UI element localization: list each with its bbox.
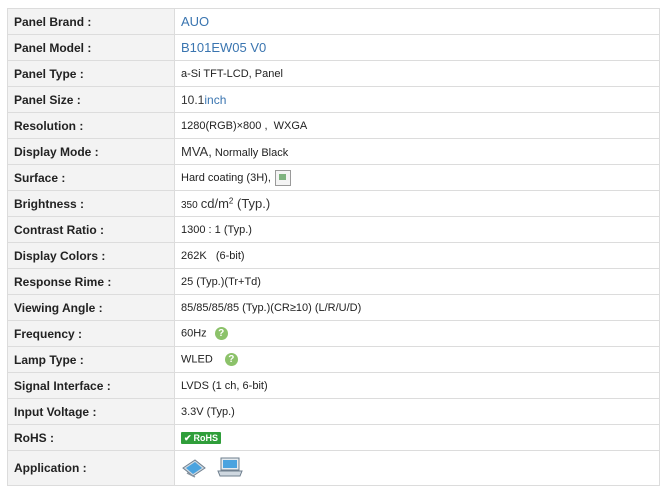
display-colors-value: 262K (6-bit) bbox=[174, 242, 660, 269]
row-label: Display Colors : bbox=[7, 242, 175, 269]
rohs-badge-text: RoHS bbox=[193, 432, 219, 443]
row-label: Signal Interface : bbox=[7, 372, 175, 399]
question-icon[interactable]: ? bbox=[214, 327, 228, 340]
frequency-value: 60Hz bbox=[181, 327, 207, 340]
panel-size-number: 10.1 bbox=[181, 92, 205, 107]
row-label: Brightness : bbox=[7, 190, 175, 217]
tablet-icon bbox=[181, 456, 207, 481]
table-row: Panel Model : B101EW05 V0 bbox=[7, 34, 660, 61]
panel-type-value: a-Si TFT-LCD, Panel bbox=[174, 60, 660, 87]
table-row: Viewing Angle : 85/85/85/85 (Typ.)(CR≥10… bbox=[7, 294, 660, 321]
table-row: Panel Brand : AUO bbox=[7, 8, 660, 35]
brightness-unit: cd/m bbox=[200, 196, 229, 211]
table-row: Input Voltage : 3.3V (Typ.) bbox=[7, 398, 660, 425]
table-row: Frequency : 60Hz? bbox=[7, 320, 660, 347]
brightness-note: (Typ.) bbox=[233, 196, 271, 211]
table-row: Panel Size : 10.1inch bbox=[7, 86, 660, 113]
table-row: Surface : Hard coating (3H), bbox=[7, 164, 660, 191]
table-row: Brightness : 350 cd/m2 (Typ.) bbox=[7, 190, 660, 217]
row-label: Viewing Angle : bbox=[7, 294, 175, 321]
table-row: Panel Type : a-Si TFT-LCD, Panel bbox=[7, 60, 660, 87]
table-row: Display Colors : 262K (6-bit) bbox=[7, 242, 660, 269]
row-label: Panel Type : bbox=[7, 60, 175, 87]
row-label: Response Rime : bbox=[7, 268, 175, 295]
table-row: RoHS : ✔ RoHS bbox=[7, 424, 660, 451]
table-row: Contrast Ratio : 1300 : 1 (Typ.) bbox=[7, 216, 660, 243]
row-label: Panel Brand : bbox=[7, 8, 175, 35]
input-voltage-value: 3.3V (Typ.) bbox=[174, 398, 660, 425]
row-label: Panel Model : bbox=[7, 34, 175, 61]
check-icon: ✔ bbox=[184, 432, 192, 443]
display-mode-main: MVA, bbox=[181, 144, 212, 159]
row-label: Resolution : bbox=[7, 112, 175, 139]
row-label: Frequency : bbox=[7, 320, 175, 347]
table-row: Display Mode : MVA, Normally Black bbox=[7, 138, 660, 165]
brightness-number: 350 bbox=[181, 200, 198, 211]
spec-table-container: Panel Brand : AUO Panel Model : B101EW05… bbox=[7, 8, 660, 486]
lamp-type-value: WLED bbox=[181, 353, 213, 366]
row-label: RoHS : bbox=[7, 424, 175, 451]
table-row: Lamp Type : WLED? bbox=[7, 346, 660, 373]
broken-image-icon bbox=[274, 169, 291, 186]
row-label: Application : bbox=[7, 450, 175, 486]
rohs-badge: ✔ RoHS bbox=[181, 431, 222, 444]
row-label: Input Voltage : bbox=[7, 398, 175, 425]
table-row: Application : bbox=[7, 450, 660, 486]
table-row: Response Rime : 25 (Typ.)(Tr+Td) bbox=[7, 268, 660, 295]
response-time-value: 25 (Typ.)(Tr+Td) bbox=[174, 268, 660, 295]
table-row: Signal Interface : LVDS (1 ch, 6-bit) bbox=[7, 372, 660, 399]
signal-interface-value: LVDS (1 ch, 6-bit) bbox=[174, 372, 660, 399]
panel-size-unit-link[interactable]: inch bbox=[204, 93, 226, 107]
row-label: Lamp Type : bbox=[7, 346, 175, 373]
table-row: Resolution : 1280(RGB)×800 , WXGA bbox=[7, 112, 660, 139]
panel-model-link[interactable]: B101EW05 V0 bbox=[181, 40, 266, 55]
row-label: Surface : bbox=[7, 164, 175, 191]
viewing-angle-value: 85/85/85/85 (Typ.)(CR≥10) (L/R/U/D) bbox=[174, 294, 660, 321]
row-label: Contrast Ratio : bbox=[7, 216, 175, 243]
laptop-icon bbox=[216, 456, 244, 481]
panel-brand-link[interactable]: AUO bbox=[181, 14, 209, 29]
spec-table: Panel Brand : AUO Panel Model : B101EW05… bbox=[7, 8, 660, 486]
resolution-value: 1280(RGB)×800 , WXGA bbox=[174, 112, 660, 139]
surface-value: Hard coating (3H), bbox=[181, 171, 271, 184]
row-label: Display Mode : bbox=[7, 138, 175, 165]
row-label: Panel Size : bbox=[7, 86, 175, 113]
question-icon[interactable]: ? bbox=[224, 353, 238, 366]
display-mode-sub: Normally Black bbox=[211, 147, 289, 159]
contrast-ratio-value: 1300 : 1 (Typ.) bbox=[174, 216, 660, 243]
